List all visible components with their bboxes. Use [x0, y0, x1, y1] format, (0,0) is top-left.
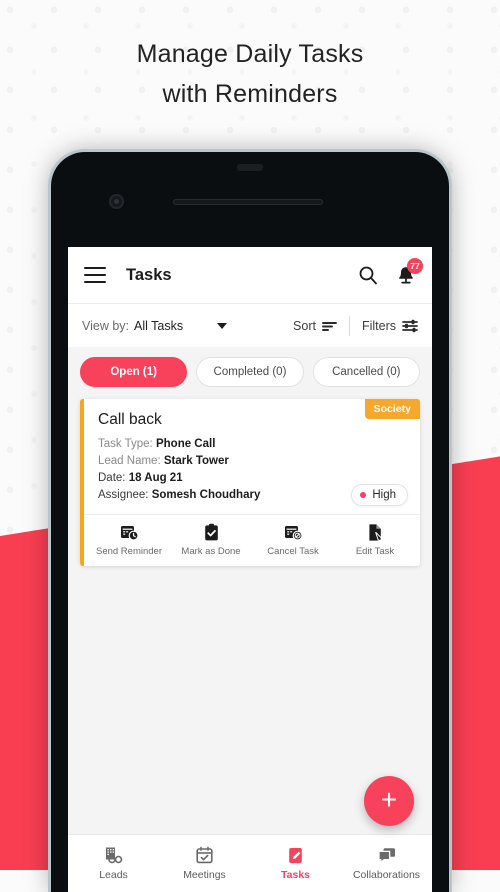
chat-bubbles-icon: [377, 846, 397, 865]
view-by-value[interactable]: All Tasks: [134, 319, 183, 333]
field-key: Task Type:: [98, 438, 153, 450]
priority-badge: High: [351, 484, 408, 506]
nav-item-collaborations[interactable]: Collaborations: [341, 835, 432, 892]
status-tabs: Open (1) Completed (0) Cancelled (0): [68, 347, 432, 399]
task-card-body: Call back Task Type: Phone Call Lead Nam…: [84, 399, 420, 514]
bell-icon[interactable]: 77: [396, 257, 423, 286]
filters-button[interactable]: Filters: [362, 319, 418, 333]
headline-line-2: with Reminders: [162, 80, 338, 108]
add-task-fab[interactable]: +: [364, 776, 414, 826]
document-edit-icon: [366, 523, 385, 542]
headline: Manage Daily Tasks with Reminders: [0, 34, 500, 114]
nav-item-tasks[interactable]: Tasks: [250, 835, 341, 892]
tab-completed[interactable]: Completed (0): [196, 357, 304, 387]
tab-open[interactable]: Open (1): [80, 357, 188, 387]
field-value: Somesh Choudhary: [151, 489, 261, 501]
task-card-actions: Send Reminder Mark as Done Cancel Task E…: [84, 514, 420, 566]
hamburger-icon[interactable]: [84, 263, 106, 288]
field-key: Assignee:: [98, 489, 149, 501]
field-value: Stark Tower: [163, 455, 229, 467]
building-icon: [104, 846, 124, 865]
cancel-task-button[interactable]: Cancel Task: [252, 523, 334, 557]
nav-label: Tasks: [281, 869, 310, 881]
nav-label: Leads: [99, 869, 128, 881]
task-field-lead-name: Lead Name: Stark Tower: [98, 453, 406, 470]
chevron-down-icon[interactable]: [217, 322, 228, 329]
field-value: 18 Aug 21: [128, 472, 183, 484]
bottom-navigation: Leads Meetings Tasks Collaborations: [68, 834, 432, 892]
calendar-cancel-icon: [284, 523, 303, 542]
action-label: Edit Task: [355, 546, 395, 557]
priority-label: High: [372, 489, 396, 501]
plus-icon: +: [380, 783, 398, 815]
nav-item-meetings[interactable]: Meetings: [159, 835, 250, 892]
edit-task-button[interactable]: Edit Task: [334, 523, 416, 557]
tab-cancelled[interactable]: Cancelled (0): [312, 357, 420, 387]
view-by-label: View by:: [82, 318, 130, 333]
notification-badge: 77: [407, 257, 423, 274]
task-card[interactable]: Society Call back Task Type: Phone Call …: [80, 399, 420, 566]
phone-mockup: Tasks 77 View by: All Tasks Sort Filters…: [51, 152, 449, 892]
calendar-check-icon: [195, 846, 214, 865]
search-icon[interactable]: [358, 265, 378, 285]
task-title: Call back: [98, 411, 162, 428]
toolbar-divider: [348, 315, 350, 336]
field-key: Lead Name:: [98, 455, 161, 467]
task-field-task-type: Task Type: Phone Call: [98, 436, 406, 453]
app-screen: Tasks 77 View by: All Tasks Sort Filters…: [68, 247, 432, 892]
page-title: Tasks: [126, 265, 172, 284]
phone-speaker-grill: [173, 199, 323, 205]
nav-label: Meetings: [183, 869, 226, 881]
clipboard-check-icon: [202, 523, 221, 542]
clipboard-pen-icon: [286, 846, 305, 865]
priority-dot-icon: [360, 492, 367, 498]
action-label: Cancel Task: [267, 546, 319, 557]
nav-label: Collaborations: [352, 869, 421, 881]
app-bar: Tasks 77: [68, 247, 432, 303]
filters-label: Filters: [361, 318, 396, 333]
view-by-bar: View by: All Tasks Sort Filters: [68, 303, 432, 347]
phone-camera-icon: [109, 194, 124, 209]
calendar-clock-icon: [120, 523, 139, 542]
nav-item-leads[interactable]: Leads: [68, 835, 159, 892]
sort-lines-icon: [322, 320, 337, 332]
sort-label: Sort: [293, 318, 316, 333]
action-label: Mark as Done: [181, 546, 241, 557]
field-value: Phone Call: [155, 438, 216, 450]
headline-line-1: Manage Daily Tasks: [136, 40, 364, 68]
sliders-icon: [402, 319, 418, 333]
field-key: Date:: [98, 472, 126, 484]
send-reminder-button[interactable]: Send Reminder: [88, 523, 170, 557]
sort-button[interactable]: Sort: [293, 319, 337, 333]
phone-sensor-notch: [237, 164, 263, 171]
mark-as-done-button[interactable]: Mark as Done: [170, 523, 252, 557]
action-label: Send Reminder: [95, 546, 162, 557]
